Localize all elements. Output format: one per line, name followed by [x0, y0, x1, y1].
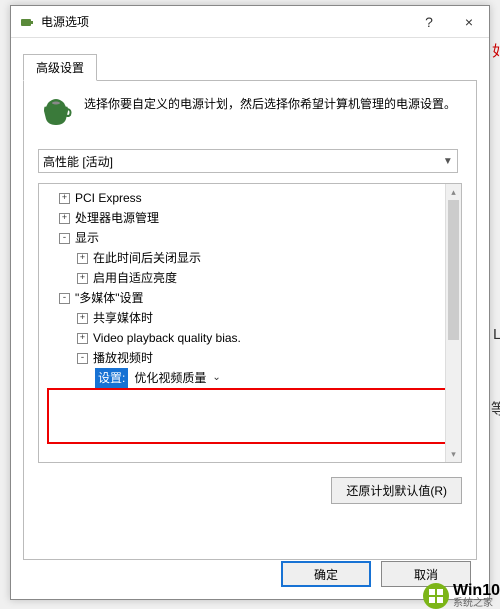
tab-advanced[interactable]: 高级设置	[23, 54, 97, 81]
expander-icon[interactable]: +	[77, 313, 88, 324]
tree-label: 处理器电源管理	[75, 208, 159, 228]
expander-icon[interactable]: +	[77, 273, 88, 284]
plan-selected-value: 高性能 [活动]	[43, 153, 113, 170]
scroll-up-icon[interactable]: ▴	[446, 184, 461, 200]
battery-icon	[19, 14, 35, 30]
scroll-down-icon[interactable]: ▾	[446, 446, 461, 462]
restore-defaults-button[interactable]: 还原计划默认值(R)	[331, 477, 462, 504]
tree-node-cpu-power[interactable]: + 处理器电源管理	[41, 208, 459, 228]
titlebar: 电源选项 ? ×	[11, 6, 489, 38]
power-options-dialog: 电源选项 ? × 高级设置 选择你要自定义的电源计划，然后选择你希望计算机管理的…	[10, 5, 490, 600]
setting-value: 优化视频质量	[134, 368, 206, 388]
expander-icon[interactable]: +	[59, 193, 70, 204]
logo-icon	[423, 583, 449, 609]
chevron-down-icon: ⌄	[212, 368, 220, 388]
expander-icon[interactable]: +	[77, 253, 88, 264]
watermark-sub: 系统之家	[453, 599, 500, 609]
tree-node-video-quality-bias[interactable]: + Video playback quality bias.	[41, 328, 459, 348]
tab-content: 选择你要自定义的电源计划，然后选择你希望计算机管理的电源设置。 高性能 [活动]…	[23, 80, 477, 560]
help-button[interactable]: ?	[409, 6, 449, 38]
bg-char: 如	[492, 40, 500, 61]
tree-node-play-video[interactable]: -播放视频时	[41, 348, 459, 368]
tree-label: Video playback quality bias.	[93, 328, 241, 348]
tree-node-turn-off-display[interactable]: + 在此时间后关闭显示	[41, 248, 459, 268]
bg-char: L	[493, 326, 500, 343]
setting-prefix: 设置:	[95, 368, 128, 388]
tree-label: 共享媒体时	[93, 308, 153, 328]
window-title: 电源选项	[41, 13, 409, 30]
tree-label: 播放视频时	[93, 348, 153, 368]
tree-node-setting-row: 设置: 优化视频质量 ⌄	[41, 368, 459, 388]
setting-dropdown[interactable]: 优化视频质量 ⌄	[134, 368, 220, 388]
watermark-main: Win10	[453, 582, 500, 599]
tree-node-adaptive-brightness[interactable]: + 启用自适应亮度	[41, 268, 459, 288]
kettle-icon	[38, 95, 74, 131]
expander-icon[interactable]: +	[59, 213, 70, 224]
power-plan-select[interactable]: 高性能 [活动] ▼	[38, 149, 458, 173]
watermark: Win10 系统之家	[423, 583, 500, 609]
expander-icon[interactable]: -	[59, 233, 70, 244]
chevron-down-icon: ▼	[443, 156, 453, 167]
scrollbar-thumb[interactable]	[448, 200, 459, 340]
tree-node-display[interactable]: -显示	[41, 228, 459, 248]
highlight-annotation	[47, 388, 462, 444]
tree-label: PCI Express	[75, 188, 142, 208]
expander-icon[interactable]: -	[77, 353, 88, 364]
expander-icon[interactable]: +	[77, 333, 88, 344]
close-button[interactable]: ×	[449, 6, 489, 38]
tree-node-share-media[interactable]: + 共享媒体时	[41, 308, 459, 328]
settings-tree: +PCI Express +处理器电源管理 -显示 +在此时间后关闭显示 +启用…	[38, 183, 462, 463]
tree-label: 启用自适应亮度	[93, 268, 177, 288]
tree-label: 在此时间后关闭显示	[93, 248, 201, 268]
tree-node-multimedia[interactable]: -"多媒体"设置	[41, 288, 459, 308]
expander-icon[interactable]: -	[59, 293, 70, 304]
tree-node-pci[interactable]: + PCI Express	[41, 188, 459, 208]
bg-char: 等	[491, 398, 500, 419]
tree-label: 显示	[75, 228, 99, 248]
tree-label: "多媒体"设置	[75, 288, 144, 308]
vertical-scrollbar[interactable]: ▴ ▾	[445, 184, 461, 462]
ok-button[interactable]: 确定	[281, 561, 371, 587]
description-text: 选择你要自定义的电源计划，然后选择你希望计算机管理的电源设置。	[84, 95, 456, 114]
